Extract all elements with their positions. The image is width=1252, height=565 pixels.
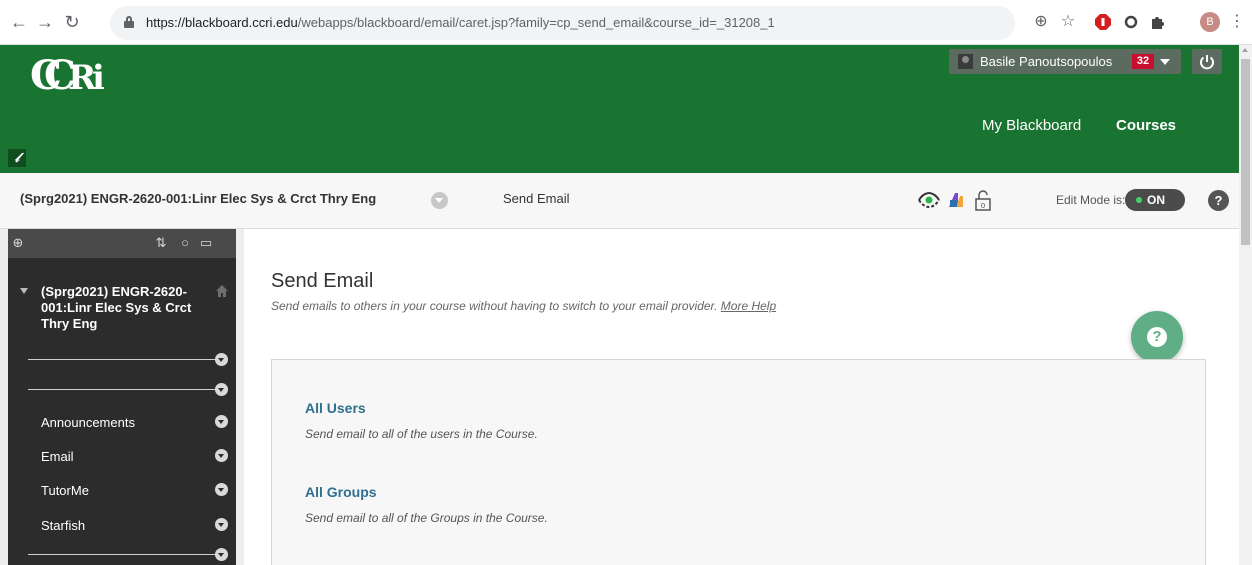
star-icon[interactable]: ☆	[1057, 11, 1079, 33]
reload-icon[interactable]: ↻	[61, 11, 83, 33]
nav-my-blackboard[interactable]: My Blackboard	[982, 117, 1081, 134]
menu-icon[interactable]: ⋮	[1226, 11, 1248, 33]
option-description: Send email to all of the Groups in the C…	[305, 511, 548, 525]
avatar	[958, 54, 973, 69]
collapse-caret-icon[interactable]	[20, 288, 28, 294]
chevron-down-icon[interactable]	[431, 192, 448, 209]
notification-badge[interactable]: 32	[1132, 54, 1154, 69]
breadcrumb-page: Send Email	[503, 191, 570, 206]
chevron-down-icon[interactable]	[215, 518, 228, 531]
breadcrumb-course[interactable]: (Sprg2021) ENGR-2620-001:Linr Elec Sys &…	[20, 191, 376, 206]
course-menu-panel: (Sprg2021) ENGR-2620-001:Linr Elec Sys &…	[8, 258, 236, 565]
edit-mode-label: Edit Mode is:	[1056, 193, 1126, 207]
back-icon[interactable]: ←	[8, 11, 30, 33]
ccri-logo[interactable]: C C R i	[30, 52, 120, 107]
site-header: C C R i Basile Panoutsopoulos 32 My Blac…	[0, 45, 1239, 173]
chevron-down-icon[interactable]	[215, 353, 228, 366]
url-text[interactable]: https://blackboard.ccri.edu/webapps/blac…	[146, 15, 775, 30]
refresh-icon[interactable]: ○	[177, 235, 193, 251]
scroll-up-icon[interactable]	[1242, 48, 1248, 52]
more-help-link[interactable]: More Help	[721, 299, 776, 313]
option-all-groups[interactable]: All Groups	[305, 484, 377, 500]
unlock-icon[interactable]: 0	[973, 190, 995, 211]
sidebar-item-starfish[interactable]: Starfish	[41, 518, 85, 533]
reorder-icon[interactable]: ⇅	[153, 235, 169, 251]
help-icon: ?	[1152, 328, 1162, 345]
menu-divider	[28, 554, 218, 555]
lock-icon	[124, 16, 134, 28]
user-name: Basile Panoutsopoulos	[980, 54, 1113, 69]
menu-divider	[28, 389, 218, 390]
folder-view-icon[interactable]: ▭	[198, 235, 214, 251]
chevron-down-icon[interactable]	[215, 449, 228, 462]
chevron-down-icon[interactable]	[215, 548, 228, 561]
profile-avatar[interactable]: B	[1200, 12, 1220, 32]
color-palette-icon[interactable]	[946, 190, 968, 210]
option-description: Send email to all of the users in the Co…	[305, 427, 538, 441]
address-bar[interactable]: https://blackboard.ccri.edu/webapps/blac…	[110, 6, 1015, 40]
chevron-down-icon[interactable]	[215, 383, 228, 396]
email-options-list: All Users Send email to all of the users…	[271, 359, 1206, 565]
add-menu-item-icon[interactable]: ⊕	[10, 235, 26, 251]
adblock-icon[interactable]	[1092, 11, 1114, 37]
course-menu-toolbar: ⊕ ⇅ ○ ▭	[8, 229, 236, 258]
logout-button[interactable]	[1192, 49, 1222, 74]
floating-help-button[interactable]: ?	[1131, 311, 1183, 363]
quick-links-icon[interactable]: 𝓁	[8, 149, 26, 167]
help-icon[interactable]: ?	[1208, 190, 1229, 211]
menu-divider	[28, 359, 218, 360]
sidebar-item-tutorme[interactable]: TutorMe	[41, 483, 89, 498]
page-scrollbar[interactable]	[1239, 45, 1252, 565]
svg-text:0: 0	[981, 202, 985, 210]
option-all-users[interactable]: All Users	[305, 400, 366, 416]
sidebar-item-email[interactable]: Email	[41, 449, 74, 464]
svg-text:i: i	[92, 58, 105, 97]
chevron-down-icon[interactable]	[215, 415, 228, 428]
nav-courses[interactable]: Courses	[1116, 117, 1176, 134]
content-area: Send Email Send emails to others in your…	[244, 229, 1239, 565]
sidebar-item-announcements[interactable]: Announcements	[41, 415, 135, 430]
chevron-down-icon[interactable]	[215, 483, 228, 496]
edit-mode-toggle[interactable]: ON	[1125, 189, 1185, 211]
extension-icon[interactable]	[1120, 11, 1142, 36]
zoom-icon[interactable]: ⊕	[1030, 11, 1052, 33]
power-icon	[1200, 55, 1214, 70]
page-title: Send Email	[271, 270, 374, 292]
chevron-down-icon[interactable]	[1160, 59, 1170, 65]
breadcrumb: (Sprg2021) ENGR-2620-001:Linr Elec Sys &…	[0, 173, 1239, 229]
student-preview-icon[interactable]	[917, 190, 940, 210]
browser-toolbar: ← → ↻ https://blackboard.ccri.edu/webapp…	[0, 0, 1252, 45]
puzzle-icon[interactable]	[1146, 11, 1168, 36]
user-menu[interactable]: Basile Panoutsopoulos 32	[949, 49, 1181, 74]
course-menu: ⊕ ⇅ ○ ▭ (Sprg2021) ENGR-2620-001:Linr El…	[0, 229, 244, 565]
page-description: Send emails to others in your course wit…	[271, 299, 777, 313]
scroll-thumb[interactable]	[1241, 59, 1250, 245]
home-icon	[215, 284, 229, 298]
course-menu-title[interactable]: (Sprg2021) ENGR-2620-001:Linr Elec Sys &…	[41, 284, 211, 332]
forward-icon[interactable]: →	[34, 11, 56, 33]
